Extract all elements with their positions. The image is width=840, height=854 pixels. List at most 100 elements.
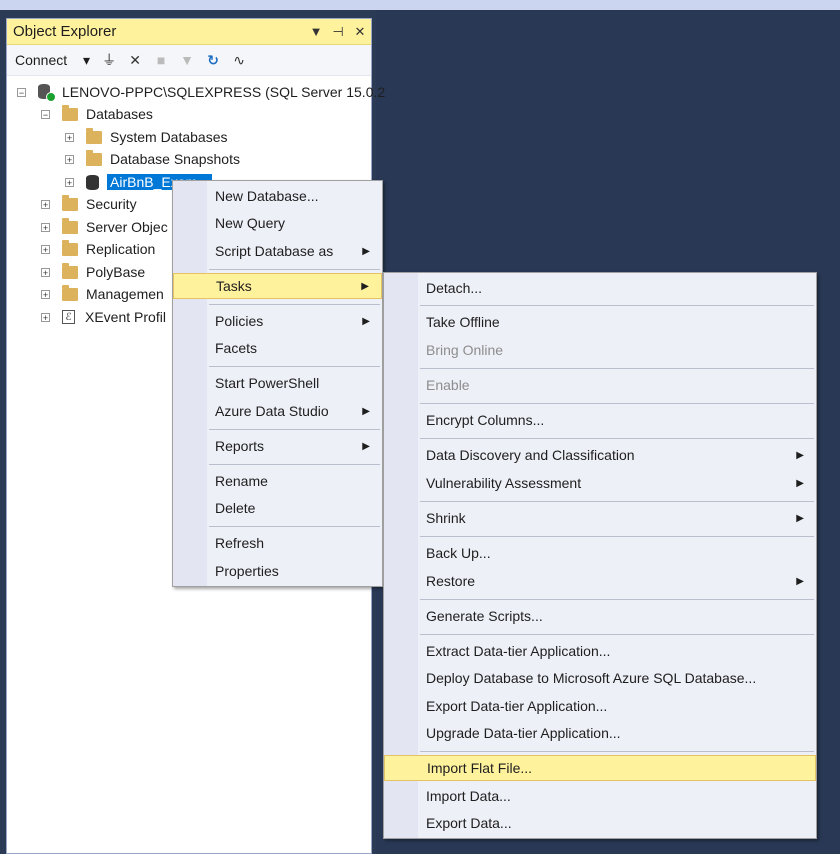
- tree-node-databases[interactable]: − Databases: [41, 103, 153, 125]
- menu-item-import-flat-file[interactable]: Import Flat File...: [384, 755, 816, 781]
- menu-item-shrink[interactable]: Shrink ▶: [384, 505, 816, 531]
- tree-node-server[interactable]: − LENOVO-PPPC\SQLEXPRESS (SQL Server 15.…: [17, 81, 385, 103]
- expand-icon[interactable]: +: [65, 177, 74, 187]
- menu-separator: [420, 438, 814, 439]
- tree-node-security[interactable]: + Security: [41, 193, 137, 215]
- menu-separator: [420, 751, 814, 752]
- menu-item-label: Detach...: [426, 280, 483, 296]
- folder-icon: [86, 127, 102, 144]
- tree-node-xevent-profiler[interactable]: + ℰ XEvent Profil: [41, 306, 166, 328]
- security-label: Security: [86, 196, 137, 212]
- menu-item-label: Generate Scripts...: [426, 608, 543, 624]
- tree-node-server-objects[interactable]: + Server Objec: [41, 216, 168, 238]
- menu-item-refresh[interactable]: Refresh: [173, 530, 382, 556]
- pin-icon[interactable]: ⊣: [327, 24, 349, 40]
- menu-item-label: Start PowerShell: [215, 375, 320, 391]
- menu-item-label: Back Up...: [426, 545, 491, 561]
- disconnect-plug-icon[interactable]: ✕: [128, 52, 142, 69]
- close-icon[interactable]: ✕: [349, 24, 371, 40]
- database-icon: [86, 174, 99, 190]
- tree-node-system-databases[interactable]: + System Databases: [65, 126, 228, 148]
- menu-item-label: Reports: [215, 438, 265, 454]
- menu-item-detach[interactable]: Detach...: [384, 275, 816, 301]
- tree-node-polybase[interactable]: + PolyBase: [41, 261, 145, 283]
- menu-item-label: Restore: [426, 573, 476, 589]
- expand-icon[interactable]: +: [41, 222, 50, 232]
- menu-item-label: Encrypt Columns...: [426, 412, 545, 428]
- menu-item-restore[interactable]: Restore ▶: [384, 568, 816, 594]
- window-position-dropdown-icon[interactable]: ▼: [305, 24, 327, 39]
- filter-icon[interactable]: ▼: [180, 52, 194, 68]
- menu-item-reports[interactable]: Reports ▶: [173, 433, 382, 459]
- connect-plug-icon[interactable]: ⏚: [102, 50, 116, 70]
- expand-icon[interactable]: +: [41, 267, 50, 277]
- menu-item-delete[interactable]: Delete: [173, 495, 382, 521]
- collapse-icon[interactable]: −: [41, 109, 50, 119]
- menu-item-label: Shrink: [426, 510, 466, 526]
- tree-node-management[interactable]: + Managemen: [41, 283, 164, 305]
- menu-item-tasks[interactable]: Tasks ▶: [173, 273, 382, 299]
- connect-button[interactable]: Connect ▾: [15, 52, 90, 69]
- menu-item-label: Export Data...: [426, 815, 512, 831]
- object-explorer-title: Object Explorer: [13, 23, 117, 40]
- menu-item-label: Export Data-tier Application...: [426, 698, 608, 714]
- menu-item-properties[interactable]: Properties: [173, 558, 382, 584]
- expand-icon[interactable]: +: [41, 199, 50, 209]
- expand-icon[interactable]: +: [65, 154, 74, 164]
- menu-item-rename[interactable]: Rename: [173, 468, 382, 494]
- activity-monitor-icon[interactable]: ∿: [232, 52, 246, 69]
- menu-item-label: Data Discovery and Classification: [426, 447, 635, 463]
- menu-item-vulnerability-assessment[interactable]: Vulnerability Assessment ▶: [384, 470, 816, 496]
- menu-item-label: Upgrade Data-tier Application...: [426, 725, 621, 741]
- menu-item-label: Bring Online: [426, 342, 504, 358]
- folder-icon: [62, 284, 78, 301]
- expand-icon[interactable]: +: [41, 244, 50, 254]
- menu-item-new-query[interactable]: New Query: [173, 210, 382, 236]
- menu-item-label: Tasks: [216, 278, 252, 294]
- system-databases-label: System Databases: [110, 129, 228, 145]
- submenu-arrow-icon: ▶: [796, 512, 804, 524]
- submenu-arrow-icon: ▶: [361, 280, 369, 292]
- menu-item-generate-scripts[interactable]: Generate Scripts...: [384, 603, 816, 629]
- menu-item-label: Vulnerability Assessment: [426, 475, 582, 491]
- expand-icon[interactable]: +: [41, 289, 50, 299]
- menu-item-extract-data-tier[interactable]: Extract Data-tier Application...: [384, 638, 816, 664]
- menu-separator: [420, 368, 814, 369]
- folder-icon: [62, 239, 78, 256]
- menu-separator: [420, 634, 814, 635]
- menu-separator: [209, 304, 380, 305]
- menu-item-script-database-as[interactable]: Script Database as ▶: [173, 238, 382, 264]
- collapse-icon[interactable]: −: [17, 87, 26, 97]
- menu-item-facets[interactable]: Facets: [173, 335, 382, 361]
- menu-separator: [420, 305, 814, 306]
- tree-node-replication[interactable]: + Replication: [41, 238, 155, 260]
- menu-item-export-data-tier[interactable]: Export Data-tier Application...: [384, 693, 816, 719]
- menu-item-new-database[interactable]: New Database...: [173, 183, 382, 209]
- menu-item-start-powershell[interactable]: Start PowerShell: [173, 370, 382, 396]
- submenu-arrow-icon: ▶: [362, 405, 370, 417]
- menu-item-back-up[interactable]: Back Up...: [384, 540, 816, 566]
- folder-icon: [62, 104, 78, 121]
- menu-item-label: Import Flat File...: [427, 760, 533, 776]
- menu-item-export-data[interactable]: Export Data...: [384, 810, 816, 836]
- menu-separator: [209, 366, 380, 367]
- menu-separator: [420, 501, 814, 502]
- expand-icon[interactable]: +: [41, 312, 50, 322]
- menu-item-import-data[interactable]: Import Data...: [384, 783, 816, 809]
- refresh-icon[interactable]: ↻: [206, 52, 220, 69]
- menu-item-label: Delete: [215, 500, 256, 516]
- menu-separator: [209, 526, 380, 527]
- folder-icon: [62, 262, 78, 279]
- submenu-arrow-icon: ▶: [362, 315, 370, 327]
- menu-item-take-offline[interactable]: Take Offline: [384, 309, 816, 335]
- menu-item-encrypt-columns[interactable]: Encrypt Columns...: [384, 407, 816, 433]
- menu-separator: [420, 536, 814, 537]
- menu-item-data-discovery[interactable]: Data Discovery and Classification ▶: [384, 442, 816, 468]
- expand-icon[interactable]: +: [65, 132, 74, 142]
- stop-icon[interactable]: ■: [154, 52, 168, 68]
- menu-item-deploy-to-azure[interactable]: Deploy Database to Microsoft Azure SQL D…: [384, 665, 816, 691]
- menu-item-upgrade-data-tier[interactable]: Upgrade Data-tier Application...: [384, 720, 816, 746]
- tree-node-database-snapshots[interactable]: + Database Snapshots: [65, 148, 240, 170]
- menu-item-policies[interactable]: Policies ▶: [173, 308, 382, 334]
- menu-item-azure-data-studio[interactable]: Azure Data Studio ▶: [173, 398, 382, 424]
